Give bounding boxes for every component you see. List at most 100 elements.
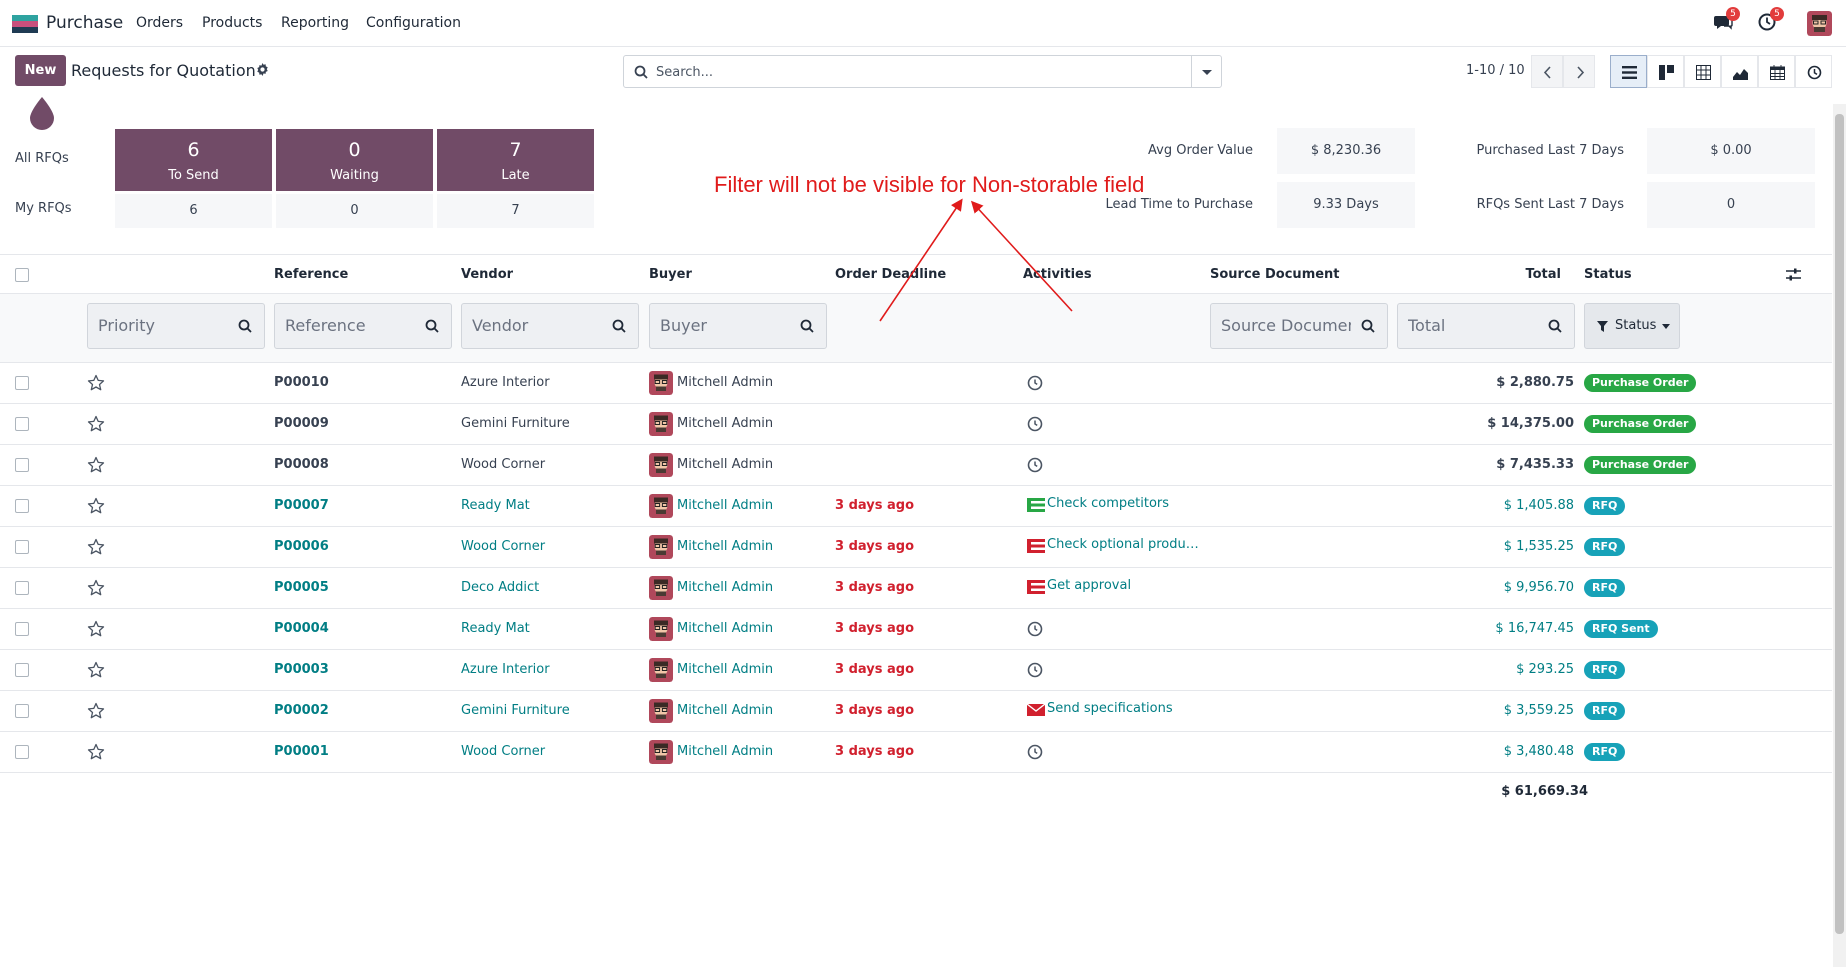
row-vendor[interactable]: Wood Corner: [461, 539, 545, 554]
row-reference[interactable]: P00005: [274, 580, 329, 595]
column-buyer[interactable]: Buyer: [649, 267, 692, 282]
optional-columns-icon[interactable]: [1786, 267, 1801, 282]
buyer-filter-input[interactable]: [660, 316, 790, 335]
avatar[interactable]: [649, 371, 673, 395]
star-icon[interactable]: [87, 620, 105, 638]
activity-summary[interactable]: Check optional produ…: [1047, 537, 1199, 552]
pager-value[interactable]: 1-10 / 10: [1466, 63, 1525, 78]
star-icon[interactable]: [87, 661, 105, 679]
avatar[interactable]: [649, 740, 673, 764]
row-vendor[interactable]: Deco Addict: [461, 580, 539, 595]
row-buyer[interactable]: Mitchell Admin: [677, 580, 773, 595]
table-row[interactable]: P00007 Ready Mat Mitchell Admin 3 days a…: [0, 486, 1832, 527]
menu-products[interactable]: Products: [202, 15, 262, 31]
reference-filter-input[interactable]: [285, 316, 415, 335]
total-filter-input[interactable]: [1408, 316, 1538, 335]
table-row[interactable]: P00009 Gemini Furniture Mitchell Admin $…: [0, 404, 1832, 445]
row-vendor[interactable]: Gemini Furniture: [461, 703, 570, 718]
graph-view-button[interactable]: [1721, 55, 1758, 88]
vendor-filter-input[interactable]: [472, 316, 602, 335]
row-reference[interactable]: P00001: [274, 744, 329, 759]
gear-icon[interactable]: [256, 63, 269, 76]
todo-activity-icon[interactable]: [1027, 498, 1045, 512]
my-to-send[interactable]: 6: [115, 194, 272, 228]
star-icon[interactable]: [87, 415, 105, 433]
row-vendor[interactable]: Ready Mat: [461, 621, 530, 636]
row-checkbox[interactable]: [15, 581, 29, 595]
table-row[interactable]: P00003 Azure Interior Mitchell Admin 3 d…: [0, 650, 1832, 691]
row-vendor[interactable]: Ready Mat: [461, 498, 530, 513]
search-icon[interactable]: [425, 319, 439, 333]
row-checkbox[interactable]: [15, 663, 29, 677]
row-buyer[interactable]: Mitchell Admin: [677, 744, 773, 759]
row-reference[interactable]: P00010: [274, 375, 329, 390]
row-checkbox[interactable]: [15, 417, 29, 431]
menu-orders[interactable]: Orders: [136, 15, 183, 31]
row-reference[interactable]: P00004: [274, 621, 329, 636]
row-vendor[interactable]: Azure Interior: [461, 662, 550, 677]
row-reference[interactable]: P00007: [274, 498, 329, 513]
row-checkbox[interactable]: [15, 499, 29, 513]
star-icon[interactable]: [87, 497, 105, 515]
row-checkbox[interactable]: [15, 540, 29, 554]
pager-previous-button[interactable]: [1531, 55, 1563, 88]
my-waiting[interactable]: 0: [276, 194, 433, 228]
avatar[interactable]: [649, 699, 673, 723]
star-icon[interactable]: [87, 456, 105, 474]
chat-button[interactable]: 5: [1713, 7, 1740, 32]
new-button[interactable]: New: [15, 55, 66, 86]
star-icon[interactable]: [87, 538, 105, 556]
row-buyer[interactable]: Mitchell Admin: [677, 416, 773, 431]
row-buyer[interactable]: Mitchell Admin: [677, 703, 773, 718]
star-icon[interactable]: [87, 374, 105, 392]
row-checkbox[interactable]: [15, 704, 29, 718]
activity-summary[interactable]: Send specifications: [1047, 701, 1173, 716]
pivot-view-button[interactable]: [1684, 55, 1721, 88]
clock-icon[interactable]: [1027, 457, 1043, 473]
late-card[interactable]: 7 Late: [437, 129, 594, 191]
column-total[interactable]: Total: [1525, 267, 1561, 282]
table-row[interactable]: P00010 Azure Interior Mitchell Admin $ 2…: [0, 363, 1832, 404]
row-reference[interactable]: P00008: [274, 457, 329, 472]
search-icon[interactable]: [1361, 319, 1375, 333]
search-icon[interactable]: [238, 319, 252, 333]
menu-reporting[interactable]: Reporting: [281, 15, 349, 31]
row-buyer[interactable]: Mitchell Admin: [677, 621, 773, 636]
app-name[interactable]: Purchase: [46, 13, 123, 33]
pager-next-button[interactable]: [1563, 55, 1595, 88]
avatar[interactable]: [649, 535, 673, 559]
status-filter-dropdown[interactable]: Status: [1584, 303, 1680, 349]
clock-icon[interactable]: [1027, 621, 1043, 637]
row-vendor[interactable]: Wood Corner: [461, 457, 545, 472]
column-activities[interactable]: Activities: [1023, 267, 1092, 282]
activity-summary[interactable]: Get approval: [1047, 578, 1131, 593]
to-send-card[interactable]: 6 To Send: [115, 129, 272, 191]
column-vendor[interactable]: Vendor: [461, 267, 513, 282]
clock-icon[interactable]: [1027, 744, 1043, 760]
activity-summary[interactable]: Check competitors: [1047, 496, 1169, 511]
clock-icon[interactable]: [1027, 662, 1043, 678]
row-buyer[interactable]: Mitchell Admin: [677, 457, 773, 472]
user-avatar[interactable]: [1807, 11, 1832, 36]
my-late[interactable]: 7: [437, 194, 594, 228]
clock-icon[interactable]: [1027, 416, 1043, 432]
row-checkbox[interactable]: [15, 745, 29, 759]
column-reference[interactable]: Reference: [274, 267, 348, 282]
todo-activity-icon[interactable]: [1027, 580, 1045, 594]
row-vendor[interactable]: Azure Interior: [461, 375, 550, 390]
list-view-button[interactable]: [1610, 55, 1647, 88]
table-row[interactable]: P00005 Deco Addict Mitchell Admin 3 days…: [0, 568, 1832, 609]
row-checkbox[interactable]: [15, 458, 29, 472]
avatar[interactable]: [649, 494, 673, 518]
search-input[interactable]: [656, 62, 1176, 82]
search-icon[interactable]: [800, 319, 814, 333]
todo-activity-icon[interactable]: [1027, 539, 1045, 553]
column-source-document[interactable]: Source Document: [1210, 267, 1340, 282]
row-vendor[interactable]: Wood Corner: [461, 744, 545, 759]
kanban-view-button[interactable]: [1647, 55, 1684, 88]
table-row[interactable]: P00006 Wood Corner Mitchell Admin 3 days…: [0, 527, 1832, 568]
star-icon[interactable]: [87, 743, 105, 761]
purchase-app-icon[interactable]: [12, 15, 38, 33]
priority-filter-input[interactable]: [98, 316, 228, 335]
table-row[interactable]: P00004 Ready Mat Mitchell Admin 3 days a…: [0, 609, 1832, 650]
